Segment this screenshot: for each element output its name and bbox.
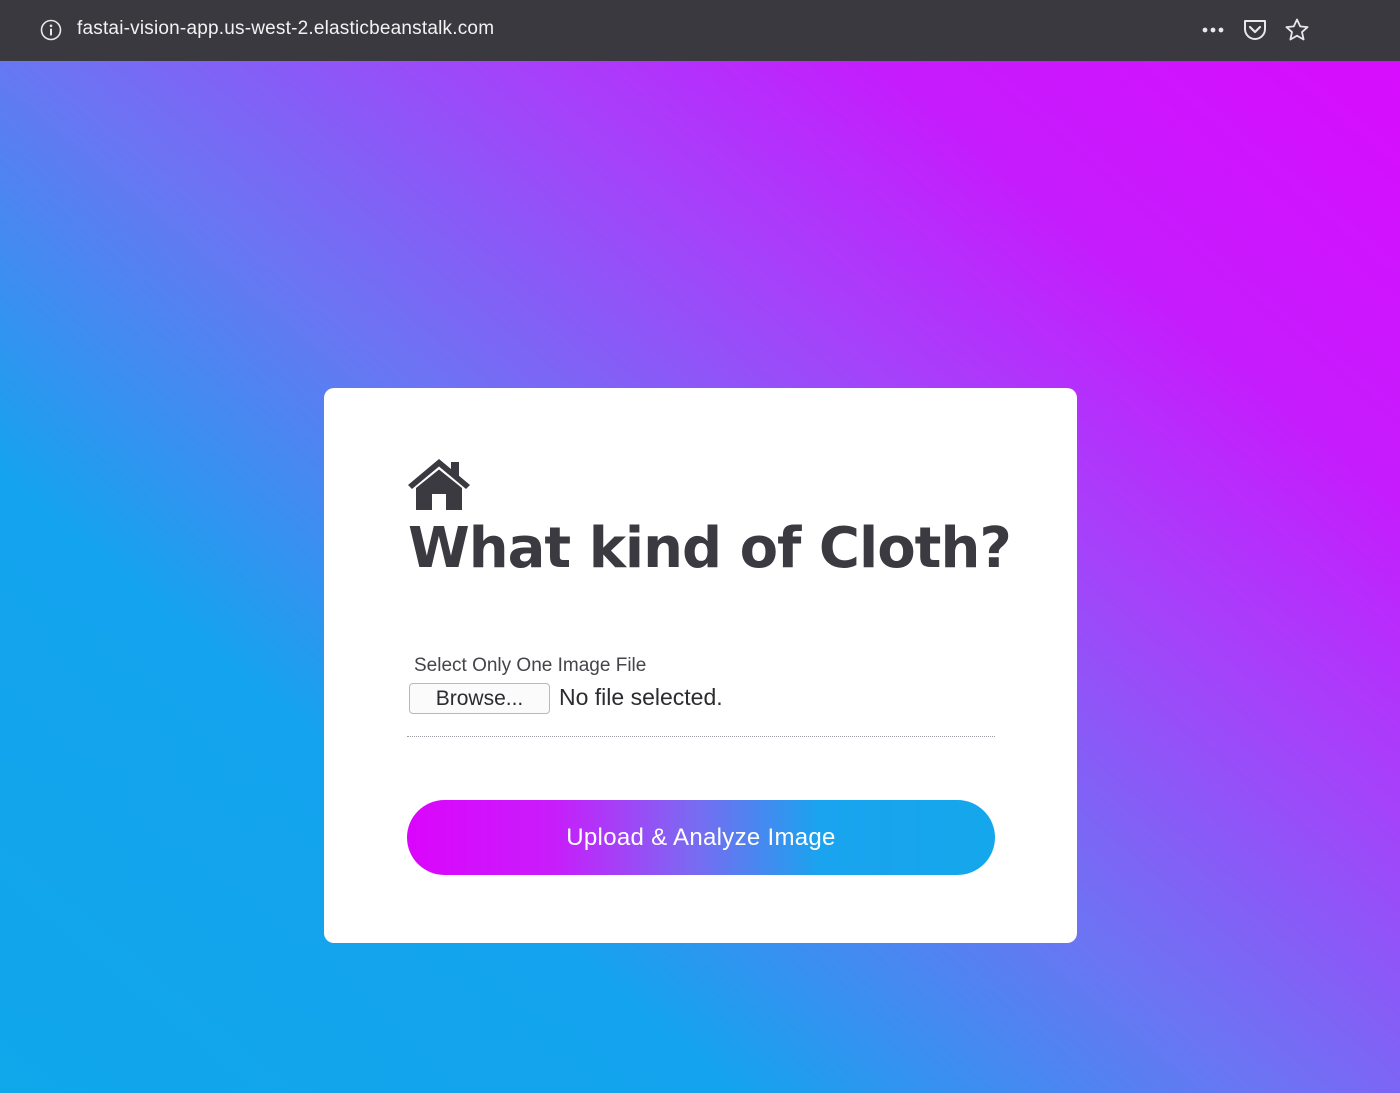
upload-card: What kind of Cloth? Select Only One Imag…	[324, 388, 1077, 943]
page-background: What kind of Cloth? Select Only One Imag…	[0, 61, 1400, 1093]
browser-toolbar: fastai-vision-app.us-west-2.elasticbeans…	[0, 0, 1400, 61]
file-status-text: No file selected.	[559, 684, 723, 710]
upload-analyze-button[interactable]: Upload & Analyze Image	[407, 800, 995, 875]
pocket-icon[interactable]	[1242, 17, 1268, 43]
star-icon[interactable]	[1284, 17, 1310, 43]
more-icon[interactable]	[1200, 17, 1226, 43]
file-input-label: Select Only One Image File	[414, 655, 647, 676]
page-title: What kind of Cloth?	[408, 516, 1012, 581]
url-bar[interactable]: fastai-vision-app.us-west-2.elasticbeans…	[77, 18, 494, 40]
home-icon[interactable]	[406, 456, 472, 512]
browse-button[interactable]: Browse...	[409, 683, 550, 714]
info-icon[interactable]	[40, 19, 62, 41]
divider	[407, 736, 995, 737]
